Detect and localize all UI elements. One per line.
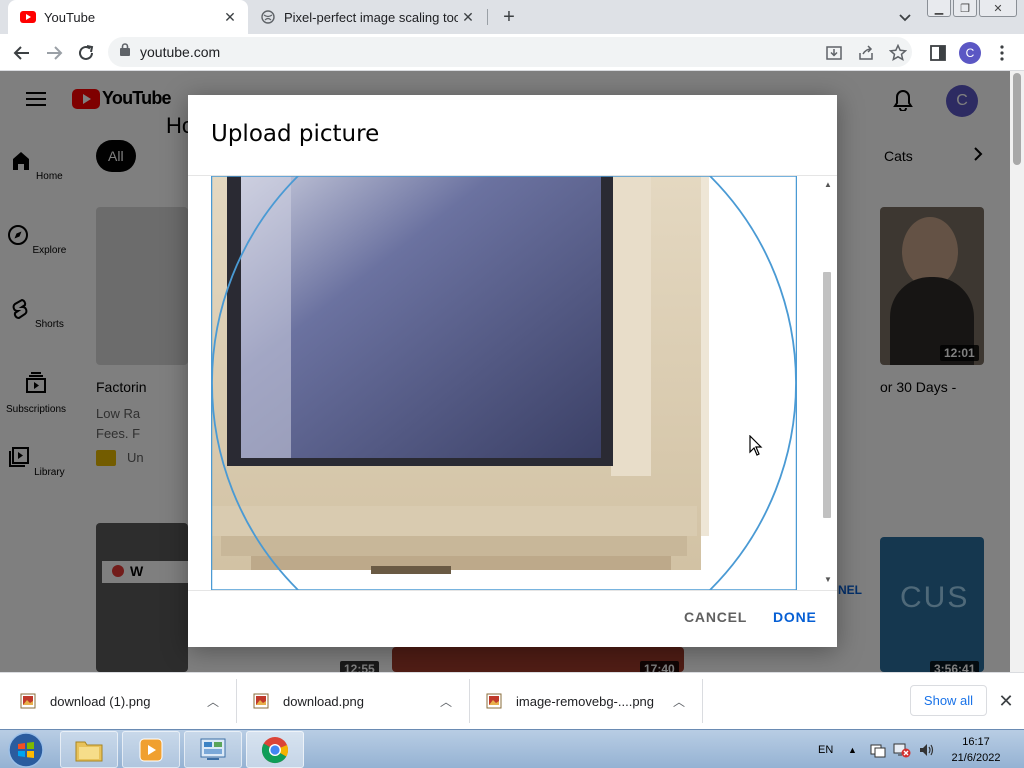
cancel-button[interactable]: CANCEL <box>684 609 747 625</box>
control-panel-icon <box>200 738 226 760</box>
dialog-title: Upload picture <box>211 121 380 147</box>
scrollbar-thumb[interactable] <box>823 272 831 518</box>
restore-icon[interactable]: ❐ <box>953 0 977 17</box>
close-tab-icon[interactable]: ✕ <box>220 7 240 27</box>
window-close-icon[interactable]: ✕ <box>979 0 1017 17</box>
window-controls: ▁ ❐ ✕ <box>927 0 1017 17</box>
chevron-up-icon[interactable]: ︿ <box>439 693 453 710</box>
download-item[interactable]: download (1).png ︿ <box>20 673 230 729</box>
download-item[interactable]: download.png ︿ <box>253 673 463 729</box>
tab-youtube[interactable]: YouTube ✕ <box>8 0 248 34</box>
chrome-taskbar-button[interactable] <box>246 731 304 768</box>
url-text: youtube.com <box>140 44 221 60</box>
tab-title: Pixel-perfect image scaling tool <box>284 9 458 25</box>
side-panel-icon[interactable] <box>926 41 950 65</box>
upload-picture-dialog: Upload picture ▲ ▼ CANCEL DONE <box>188 95 837 647</box>
browser-toolbar: youtube.com C <box>0 34 1024 71</box>
crop-scrollbar[interactable]: ▲ ▼ <box>820 176 836 590</box>
system-clock[interactable]: 16:17 21/6/2022 <box>946 734 1006 766</box>
control-panel-taskbar-button[interactable] <box>184 731 242 768</box>
image-file-icon <box>486 693 502 709</box>
language-indicator[interactable]: EN <box>818 730 833 768</box>
tab-search-chevron-icon[interactable] <box>896 8 914 26</box>
image-file-icon <box>253 693 269 709</box>
back-arrow-icon[interactable] <box>10 41 34 65</box>
bookmark-star-icon[interactable] <box>886 41 910 65</box>
windows-orb-icon <box>8 731 44 768</box>
start-button[interactable] <box>4 731 48 768</box>
download-shelf: download (1).png ︿ download.png ︿ image-… <box>0 672 1024 729</box>
scrollbar-thumb[interactable] <box>1013 73 1021 165</box>
close-tab-icon[interactable]: ✕ <box>458 7 478 27</box>
address-bar[interactable]: youtube.com <box>108 37 912 67</box>
download-filename: image-removebg-....png <box>516 693 655 709</box>
forward-arrow-icon[interactable] <box>42 41 66 65</box>
profile-avatar[interactable]: C <box>959 42 981 64</box>
chevron-up-icon[interactable]: ︿ <box>672 693 686 710</box>
tab-pixel-scaling[interactable]: Pixel-perfect image scaling tool ✕ <box>250 0 486 34</box>
image-crop-area[interactable] <box>211 176 797 590</box>
folder-icon <box>75 741 103 761</box>
network-disconnected-icon[interactable] <box>893 730 911 768</box>
close-shelf-icon[interactable]: ✕ <box>996 691 1016 711</box>
share-icon[interactable] <box>854 41 878 65</box>
tab-title: YouTube <box>44 9 96 25</box>
globe-icon <box>260 9 276 25</box>
done-button[interactable]: DONE <box>773 609 817 625</box>
image-file-icon <box>20 693 36 709</box>
more-menu-icon[interactable] <box>990 41 1014 65</box>
browser-tabstrip: YouTube ✕ Pixel-perfect image scaling to… <box>0 0 1024 34</box>
scroll-up-arrow-icon[interactable]: ▲ <box>823 180 833 190</box>
download-item[interactable]: image-removebg-....png ︿ <box>486 673 696 729</box>
clock-date: 21/6/2022 <box>951 752 1001 764</box>
cropped-image <box>211 176 797 590</box>
youtube-favicon-icon <box>20 9 36 25</box>
download-filename: download (1).png <box>50 693 151 709</box>
mouse-cursor-icon <box>749 434 763 462</box>
action-center-icon[interactable] <box>870 730 886 768</box>
minimize-icon[interactable]: ▁ <box>927 0 951 17</box>
download-filename: download.png <box>283 693 364 709</box>
clock-time: 16:17 <box>962 736 990 748</box>
divider <box>236 679 237 723</box>
tab-divider <box>487 9 488 25</box>
media-player-taskbar-button[interactable] <box>122 731 180 768</box>
chevron-up-icon[interactable]: ︿ <box>206 693 220 710</box>
chrome-icon <box>261 736 289 763</box>
new-tab-button[interactable]: + <box>498 7 520 27</box>
file-explorer-taskbar-button[interactable] <box>60 731 118 768</box>
volume-icon[interactable] <box>918 730 936 768</box>
windows-taskbar: EN ▲ 16:17 21/6/2022 <box>0 729 1024 768</box>
divider <box>702 679 703 723</box>
show-hidden-icons-arrow-icon[interactable]: ▲ <box>848 730 857 768</box>
divider <box>188 590 837 591</box>
page-scrollbar[interactable] <box>1010 71 1024 672</box>
show-all-button[interactable]: Show all <box>910 685 987 716</box>
reload-icon[interactable] <box>74 41 98 65</box>
install-app-icon[interactable] <box>822 41 846 65</box>
lock-icon <box>120 43 130 61</box>
divider <box>469 679 470 723</box>
media-player-icon <box>139 738 163 761</box>
scroll-down-arrow-icon[interactable]: ▼ <box>823 575 833 585</box>
